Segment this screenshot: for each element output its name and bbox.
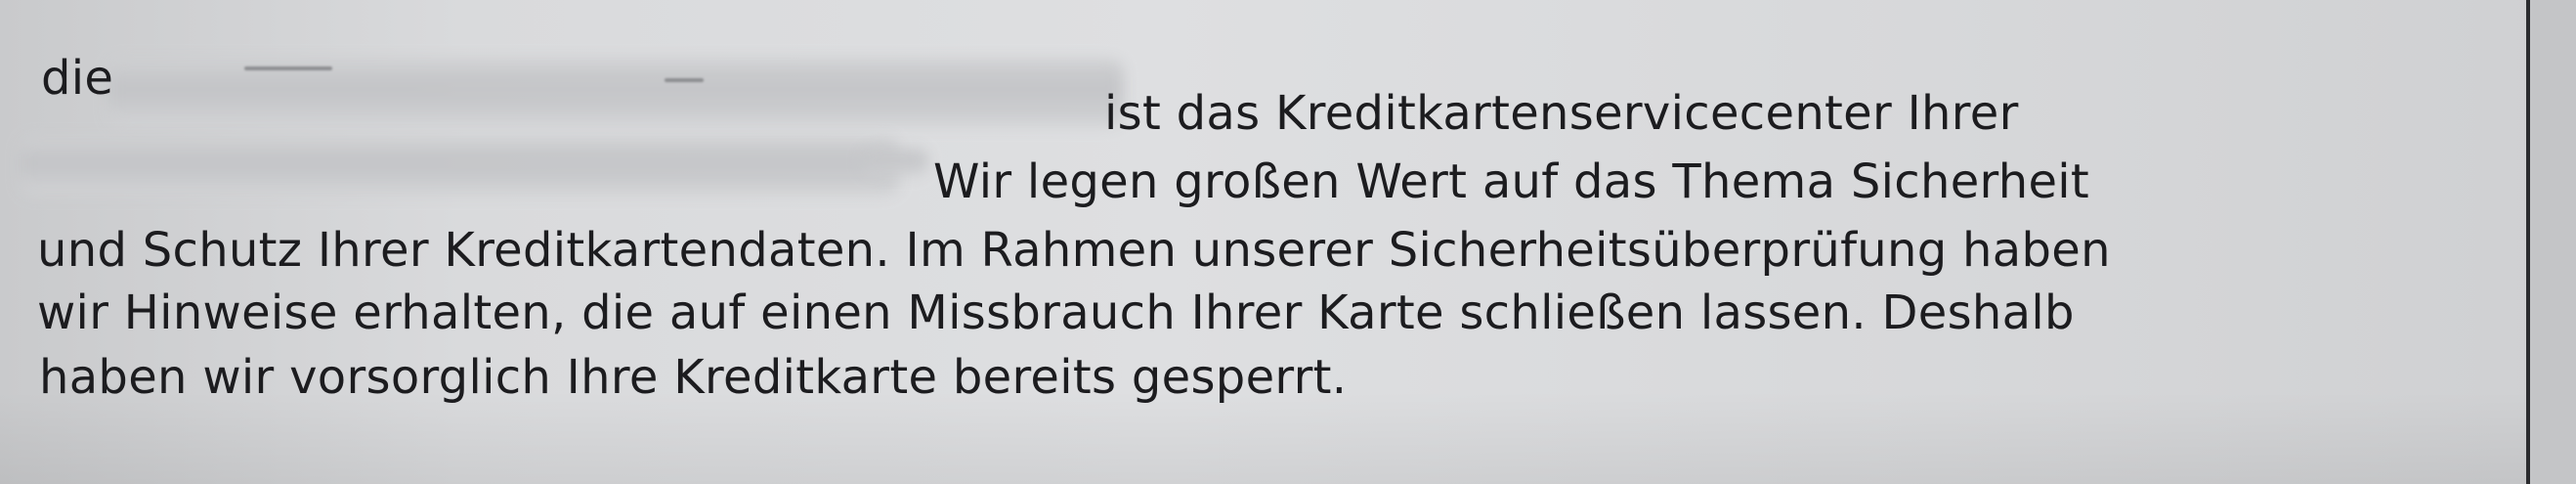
text-line-1-end: ist das Kreditkartenservicecenter Ihrer — [1104, 86, 2019, 141]
text-line-5: haben wir vorsorglich Ihre Kreditkarte b… — [39, 350, 1348, 405]
redacted-name-area-line2 — [20, 137, 899, 196]
redaction-mark — [244, 66, 332, 70]
text-line-2-end: Wir legen großen Wert auf das Thema Sich… — [933, 154, 2090, 209]
text-line-3: und Schutz Ihrer Kreditkartendaten. Im R… — [37, 223, 2111, 278]
letter-paper: die ist das Kreditkartenservicecenter Ih… — [0, 0, 2576, 484]
text-line-1-start: die — [41, 51, 114, 106]
page-edge-background — [2530, 0, 2576, 484]
text-line-4: wir Hinweise erhalten, die auf einen Mis… — [37, 286, 2075, 340]
redacted-fragment — [860, 147, 928, 176]
paper-shadow — [0, 391, 2576, 484]
redaction-mark — [665, 78, 704, 82]
